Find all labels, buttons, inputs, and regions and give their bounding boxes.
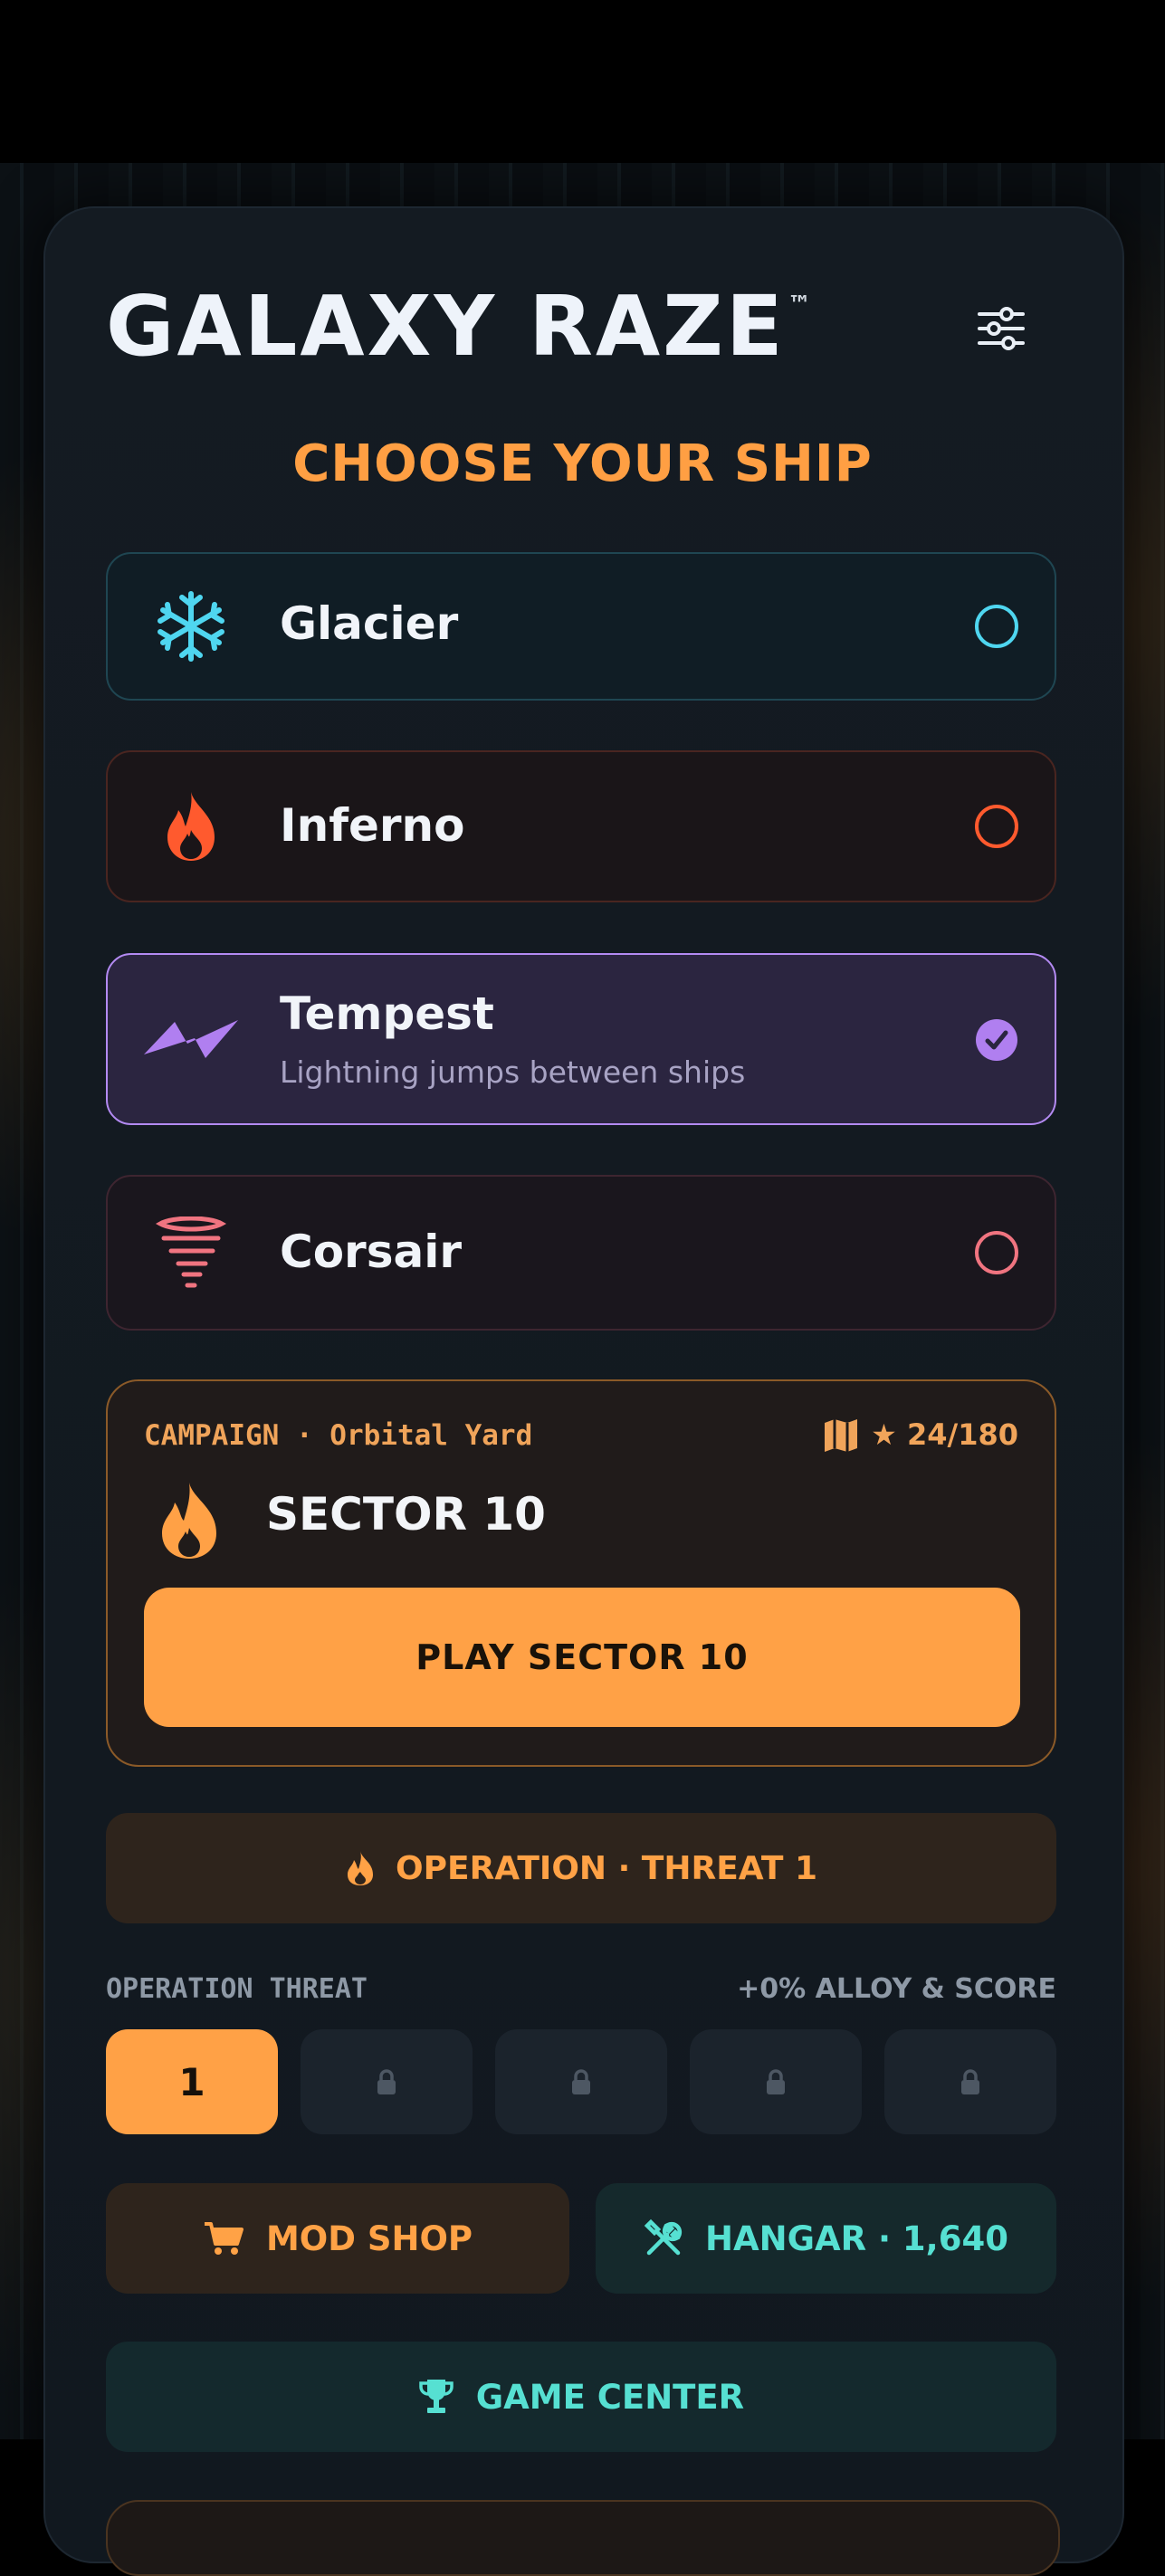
threat-label: OPERATION THREAT (106, 1973, 368, 2005)
operation-button-label: OPERATION · THREAT 1 (396, 1849, 817, 1887)
campaign-label: CAMPAIGN · Orbital Yard (144, 1419, 533, 1452)
fire-icon (167, 792, 215, 861)
choose-ship-heading: CHOOSE YOUR SHIP (292, 434, 873, 493)
map-icon[interactable] (823, 1417, 859, 1454)
flame-icon (348, 1851, 373, 1885)
radio-corsair[interactable] (975, 1231, 1018, 1274)
lock-icon (961, 2069, 979, 2094)
campaign-card: CAMPAIGN · Orbital Yard ★ 24/180 SECTOR … (106, 1379, 1056, 1767)
ship-name-tempest: Tempest (280, 987, 494, 1040)
game-title: GALAXY RAZE (106, 278, 786, 375)
ship-option-corsair[interactable]: Corsair (106, 1175, 1056, 1331)
lock-icon (572, 2069, 590, 2094)
ship-name-corsair: Corsair (280, 1226, 463, 1278)
flame-icon (162, 1483, 216, 1559)
ship-option-inferno[interactable]: Inferno (106, 750, 1056, 902)
tornado-icon (155, 1216, 227, 1288)
trophy-icon (419, 2380, 454, 2413)
snowflake-icon (158, 591, 224, 662)
stars-count: 24/180 (906, 1417, 1018, 1452)
next-card-peek (106, 2500, 1060, 2576)
settings-sliders-icon[interactable] (976, 303, 1027, 354)
trademark-symbol: ™ (788, 291, 811, 319)
threat-tier-5-locked[interactable] (884, 2029, 1056, 2134)
ship-option-tempest[interactable]: Tempest Lightning jumps between ships (106, 953, 1056, 1125)
ship-name-inferno: Inferno (280, 799, 465, 852)
radio-inferno[interactable] (975, 805, 1018, 848)
operation-threat-button[interactable]: OPERATION · THREAT 1 (106, 1813, 1056, 1923)
ship-description-tempest: Lightning jumps between ships (280, 1054, 746, 1090)
lock-icon (377, 2069, 396, 2094)
campaign-stars: ★ 24/180 (871, 1417, 1018, 1452)
mod-shop-button[interactable]: MOD SHOP (106, 2183, 569, 2294)
threat-tier-4-locked[interactable] (690, 2029, 862, 2134)
ship-name-glacier: Glacier (280, 597, 459, 650)
sector-title: SECTOR 10 (266, 1488, 546, 1541)
hangar-button[interactable]: HANGAR · 1,640 (596, 2183, 1056, 2294)
ship-option-glacier[interactable]: Glacier (106, 552, 1056, 701)
star-icon: ★ (871, 1417, 897, 1452)
threat-tier-3-locked[interactable] (495, 2029, 667, 2134)
cart-icon (204, 2222, 244, 2255)
radio-glacier[interactable] (975, 605, 1018, 648)
mod-shop-label: MOD SHOP (265, 2218, 473, 2258)
threat-tier-1[interactable]: 1 (106, 2029, 278, 2134)
game-center-button[interactable]: GAME CENTER (106, 2342, 1056, 2452)
game-center-label: GAME CENTER (475, 2377, 745, 2417)
play-sector-button[interactable]: PLAY SECTOR 10 (144, 1588, 1020, 1727)
hangar-label: HANGAR · 1,640 (705, 2218, 1008, 2258)
tools-icon (644, 2218, 683, 2256)
lock-icon (767, 2069, 785, 2094)
threat-tier-2-locked[interactable] (301, 2029, 473, 2134)
radio-tempest-checked[interactable] (975, 1018, 1018, 1062)
threat-bonus: +0% ALLOY & SCORE (737, 1973, 1056, 2005)
lightning-icon (144, 1020, 238, 1058)
